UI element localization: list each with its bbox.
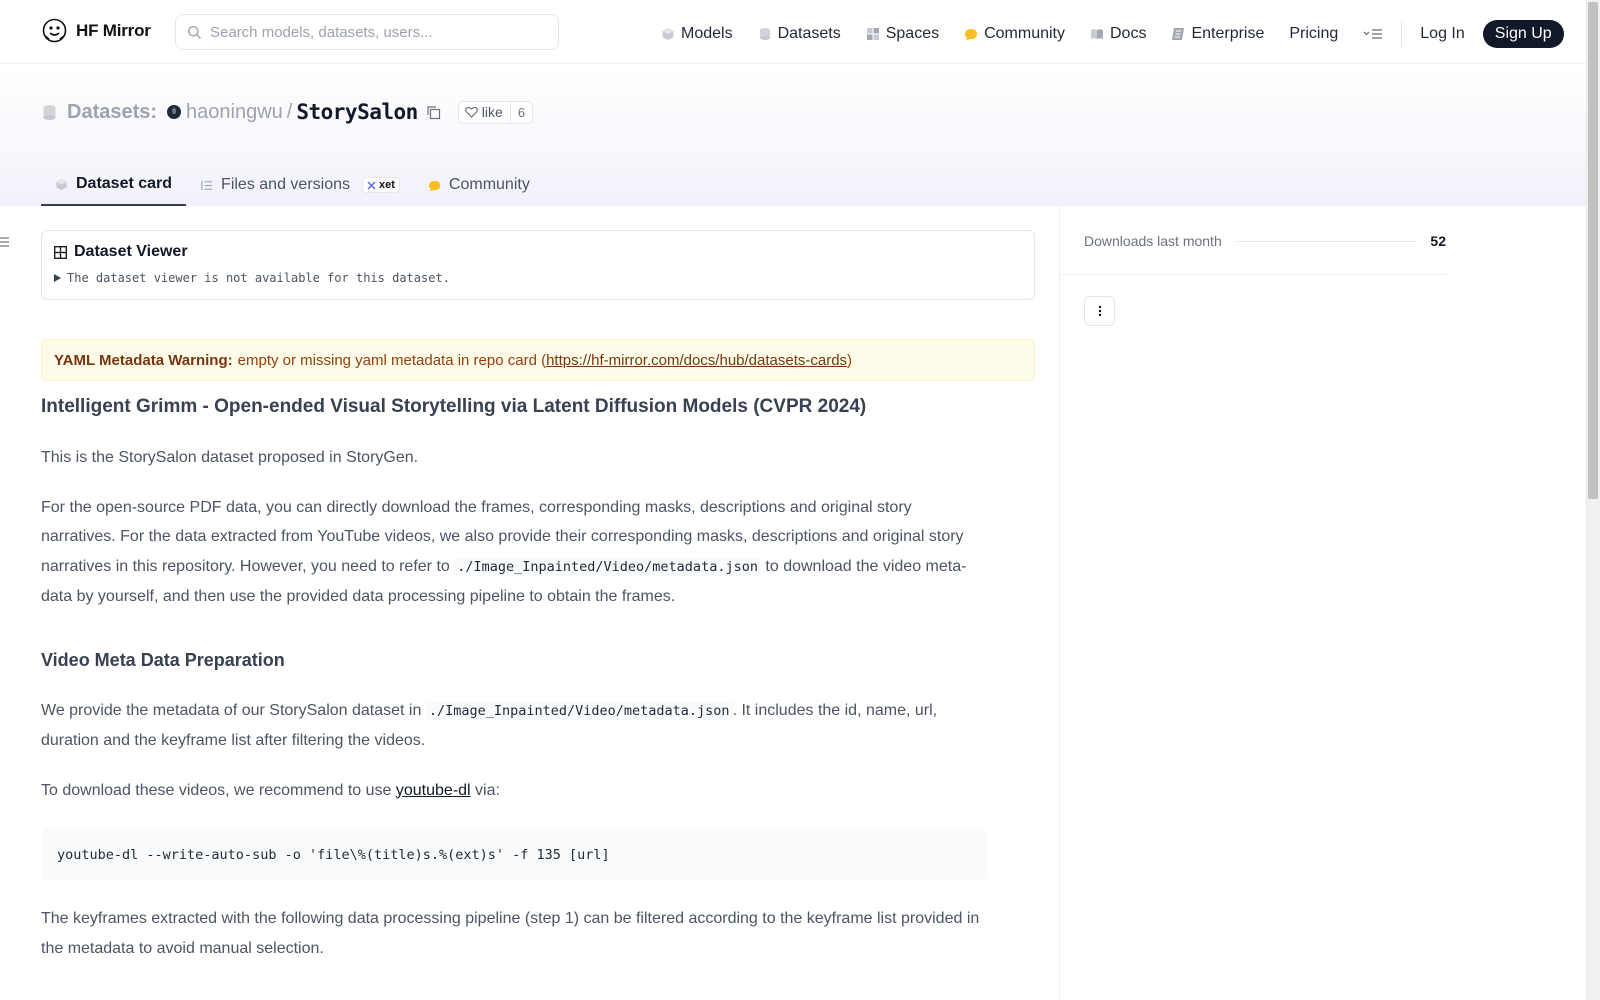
login-link[interactable]: Log In	[1420, 25, 1464, 43]
like-widget[interactable]: like 6	[457, 100, 534, 124]
nav-enterprise[interactable]: Enterprise	[1171, 22, 1264, 46]
grid-icon	[866, 28, 879, 40]
paragraph-intro: This is the StorySalon dataset proposed …	[41, 449, 419, 466]
enterprise-icon	[1172, 28, 1185, 40]
scrollbar-thumb[interactable]	[1588, 2, 1598, 499]
database-icon	[759, 28, 770, 40]
dataset-viewer-note: The dataset viewer is not available for …	[67, 271, 450, 285]
tab-dataset-card[interactable]: Dataset card	[41, 164, 187, 206]
search-box[interactable]	[175, 14, 559, 50]
nav-enterprise-label: Enterprise	[1191, 25, 1265, 42]
section-heading-video-metadata: Video Meta Data Preparation	[41, 649, 285, 670]
signup-button[interactable]: Sign Up	[1482, 20, 1564, 48]
nav-datasets[interactable]: Datasets	[758, 22, 841, 46]
tab-files-and-versions[interactable]: Files and versions xet	[186, 164, 414, 206]
dataset-card-content: Dataset Viewer The dataset viewer is not…	[41, 230, 1035, 963]
yaml-metadata-warning: YAML Metadata Warning: empty or missing …	[41, 339, 1035, 381]
community-icon	[428, 180, 440, 191]
paragraph-download-a: To download these videos, we recommend t…	[41, 781, 396, 799]
paragraph-keyframes: The keyframes extracted with the followi…	[41, 910, 980, 957]
nav-models[interactable]: Models	[661, 22, 733, 46]
paragraph-download: To download these videos, we recommend t…	[41, 776, 986, 806]
nav-community-label: Community	[984, 25, 1065, 42]
nav-pricing-label: Pricing	[1289, 25, 1339, 42]
dataset-viewer-details[interactable]: The dataset viewer is not available for …	[54, 271, 1022, 285]
search-input[interactable]	[210, 23, 540, 41]
code-block-text: youtube-dl --write-auto-sub -o 'file\%(t…	[57, 846, 610, 863]
code-block[interactable]: youtube-dl --write-auto-sub -o 'file\%(t…	[41, 829, 988, 880]
table-icon	[54, 245, 67, 259]
nav-divider	[1401, 21, 1403, 47]
nav-links: Models Datasets Spaces Community Docs En…	[661, 20, 1564, 48]
like-button[interactable]: like	[459, 101, 511, 123]
nav-more-button[interactable]	[1363, 27, 1383, 41]
heart-icon	[464, 106, 478, 118]
hugging-face-logo-icon	[42, 18, 67, 43]
community-icon	[965, 29, 978, 40]
like-label: like	[481, 104, 503, 120]
menu-icon	[1363, 29, 1383, 39]
warning-text: empty or missing yaml metadata in repo c…	[237, 351, 547, 369]
kebab-icon	[1098, 305, 1101, 317]
nav-docs-label: Docs	[1110, 25, 1147, 42]
metadata-path-code: ./Image_Inpainted/Video/metadata.json	[454, 557, 761, 576]
nav-models-label: Models	[681, 25, 733, 42]
cube-icon	[56, 178, 67, 190]
database-icon	[43, 104, 56, 120]
paragraph-download-b: via:	[470, 781, 500, 799]
downloads-stat: Downloads last month 52	[1084, 233, 1446, 249]
dataset-viewer-label: Dataset Viewer	[74, 243, 188, 260]
metadata-path-code-2: ./Image_Inpainted/Video/metadata.json	[425, 701, 733, 720]
tab-dataset-card-label: Dataset card	[76, 175, 173, 192]
paragraph-metadata-a: We provide the metadata of our StorySalo…	[41, 701, 426, 719]
repo-separator: /	[286, 100, 293, 123]
paragraph-metadata: We provide the metadata of our StorySalo…	[41, 696, 986, 756]
cube-icon	[662, 28, 674, 40]
dataset-viewer-title: Dataset Viewer	[54, 243, 1022, 261]
repo-name-link[interactable]: StorySalon	[296, 100, 418, 124]
paragraph-data-source: For the open-source PDF data, you can di…	[41, 493, 986, 612]
repo-tabs: Dataset card Files and versions xet Comm…	[41, 164, 544, 206]
file-tree-icon	[201, 180, 213, 190]
nav-spaces-label: Spaces	[885, 25, 940, 42]
caret-right-icon	[54, 274, 61, 282]
xet-icon	[367, 180, 376, 190]
repo-owner-link[interactable]: haoningwu	[186, 101, 283, 124]
more-options-button[interactable]	[1084, 296, 1115, 326]
owner-avatar	[167, 105, 182, 119]
book-icon	[1091, 29, 1103, 39]
nav-community[interactable]: Community	[964, 22, 1065, 46]
warning-docs-link[interactable]: https://hf-mirror.com/docs/hub/datasets-…	[546, 352, 847, 369]
youtube-dl-link[interactable]: youtube-dl	[396, 782, 471, 799]
repo-title-bar: Datasets: haoningwu / StorySalon like 6	[42, 100, 534, 124]
dataset-viewer: Dataset Viewer The dataset viewer is not…	[41, 230, 1035, 300]
nav-docs[interactable]: Docs	[1090, 22, 1146, 46]
xet-badge-label: xet	[379, 179, 395, 191]
tab-community[interactable]: Community	[414, 164, 544, 206]
tab-files-label: Files and versions	[221, 176, 350, 193]
sidebar-divider	[1059, 206, 1060, 1000]
nav-datasets-label: Datasets	[777, 25, 841, 42]
downloads-chart-line	[1235, 240, 1417, 242]
repo-header: Datasets: haoningwu / StorySalon like 6 …	[0, 65, 1586, 206]
sidebar-separator	[1060, 274, 1446, 275]
like-count[interactable]: 6	[511, 105, 532, 120]
copy-icon[interactable]	[426, 105, 441, 120]
warning-label: YAML Metadata Warning:	[54, 351, 233, 369]
warning-close-paren: )	[847, 351, 853, 369]
downloads-count: 52	[1430, 233, 1446, 249]
tab-community-label: Community	[448, 176, 530, 193]
sidebar-toggle-icon[interactable]	[0, 236, 10, 248]
search-icon	[188, 25, 201, 39]
repo-type-label: Datasets:	[67, 100, 158, 123]
brand[interactable]: HF Mirror	[42, 18, 151, 43]
card-title: Intelligent Grimm - Open-ended Visual St…	[41, 396, 867, 417]
nav-pricing[interactable]: Pricing	[1289, 22, 1338, 46]
top-navigation: HF Mirror Models Datasets Spaces Communi…	[0, 0, 1586, 64]
downloads-label: Downloads last month	[1084, 233, 1222, 249]
xet-badge: xet	[362, 177, 400, 193]
brand-name: HF Mirror	[76, 20, 151, 40]
nav-spaces[interactable]: Spaces	[866, 22, 939, 46]
